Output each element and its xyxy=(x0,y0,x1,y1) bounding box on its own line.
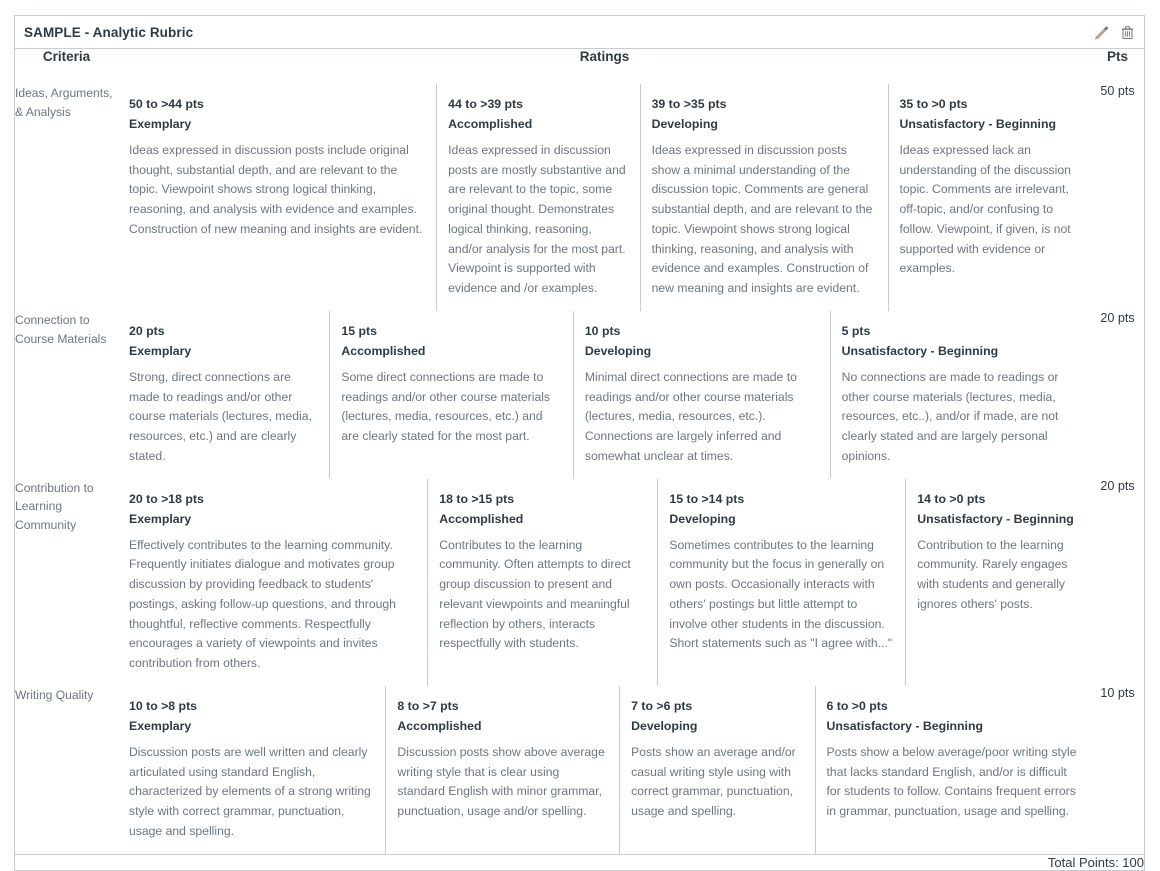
rating-cell[interactable]: 10 to >8 pts Exemplary Discussion posts ar… xyxy=(118,686,386,854)
rating-cell[interactable]: 20 to >18 pts Exemplary Effectively contri… xyxy=(118,479,428,686)
rating-points: 50 to >44 pts xyxy=(129,97,204,111)
rating-points: 15 pts xyxy=(341,324,377,338)
rubric-container: SAMPLE - Analytic Rubric Criteria Rating… xyxy=(14,15,1145,871)
rating-cell[interactable]: 44 to >39 pts Accomplished Ideas expressed… xyxy=(436,84,641,311)
table-row: Writing Quality 10 to >8 pts Exemplary Disc… xyxy=(15,685,1144,855)
rating-description: Ideas expressed in discussion posts are … xyxy=(448,142,626,296)
rating-description: Ideas expressed lack an understanding of… xyxy=(899,142,1071,276)
rating-points: 15 to >14 pts xyxy=(669,491,745,506)
ratings-group: 50 to >44 pts Exemplary Ideas expressed in… xyxy=(118,84,1091,311)
rating-points: 39 to >35 pts xyxy=(651,97,727,111)
table-row: Ideas, Arguments, & Analysis 50 to >44 pt… xyxy=(15,84,1144,311)
criterion-points: 20 pts xyxy=(1100,478,1135,493)
criterion-points: 10 pts xyxy=(1091,685,1144,855)
total-points-row: Total Points: 100 xyxy=(15,854,1144,870)
rating-description: Ideas expressed in discussion posts show… xyxy=(651,142,873,296)
rating-points: 10 to >8 pts xyxy=(129,698,197,713)
rating-description: Posts show an average and/or casual writ… xyxy=(631,744,796,819)
rubric-title-bar: SAMPLE - Analytic Rubric xyxy=(15,16,1144,49)
header-ratings: Ratings xyxy=(579,49,630,64)
criterion-name: Writing Quality xyxy=(15,685,118,855)
rating-cell[interactable]: 8 to >7 pts Accomplished Discussion posts … xyxy=(385,685,620,854)
rating-points: 7 to >6 pts xyxy=(631,698,693,713)
criterion-points: 50 pts xyxy=(1100,84,1135,98)
rating-cell[interactable]: 15 pts Accomplished Some direct connection… xyxy=(329,311,574,479)
rating-label: Exemplary xyxy=(129,117,192,132)
rating-description: Strong, direct connections are made to r… xyxy=(129,369,312,463)
rating-points: 5 pts xyxy=(841,324,871,338)
rating-label: Exemplary xyxy=(129,344,192,359)
rating-label: Exemplary xyxy=(129,512,192,527)
rubric-body: Ideas, Arguments, & Analysis 50 to >44 pt… xyxy=(15,84,1144,855)
table-row: Contribution to Learning Community 20 to … xyxy=(15,478,1144,686)
ratings-group: 20 to >18 pts Exemplary Effectively contri… xyxy=(118,478,1091,686)
ratings-group: 10 to >8 pts Exemplary Discussion posts ar… xyxy=(118,685,1091,855)
trash-icon[interactable] xyxy=(1119,24,1136,41)
header-criteria: Criteria xyxy=(42,49,91,64)
rating-cell[interactable]: 15 to >14 pts Developing Sometimes contrib… xyxy=(657,478,906,686)
criterion-name: Contribution to Learning Community xyxy=(15,480,94,533)
pencil-icon[interactable] xyxy=(1093,24,1110,41)
rating-label: Exemplary xyxy=(129,719,192,734)
rating-cell[interactable]: 39 to >35 pts Developing Ideas expressed i… xyxy=(639,84,888,311)
criterion-name: Ideas, Arguments, & Analysis xyxy=(15,86,113,119)
rating-cell[interactable]: 50 to >44 pts Exemplary Ideas expressed in… xyxy=(118,84,437,311)
rating-label: Accomplished xyxy=(439,512,524,527)
rating-label: Accomplished xyxy=(448,117,533,132)
rating-label: Accomplished xyxy=(341,344,426,359)
rating-description: Discussion posts are well written and cl… xyxy=(129,744,371,838)
rating-points: 35 to >0 pts xyxy=(899,97,968,111)
rating-description: Posts show a below average/poor writing … xyxy=(826,744,1077,819)
rubric-title: SAMPLE - Analytic Rubric xyxy=(24,24,194,40)
rating-cell[interactable]: 6 to >0 pts Unsatisfactory - Beginning Pos… xyxy=(814,685,1091,854)
rating-description: Sometimes contributes to the learning co… xyxy=(669,537,893,651)
rating-description: Discussion posts show above average writ… xyxy=(397,744,605,819)
rating-label: Developing xyxy=(669,512,736,527)
criterion-points: 20 pts xyxy=(1100,311,1135,325)
rating-description: Ideas expressed in discussion posts incl… xyxy=(129,142,423,236)
rating-label: Developing xyxy=(651,117,718,132)
rating-label: Unsatisfactory - Beginning xyxy=(899,117,1056,132)
table-row: Connection to Course Materials 20 pts Exem… xyxy=(15,311,1144,479)
rating-label: Unsatisfactory - Beginning xyxy=(917,512,1074,527)
rating-points: 10 pts xyxy=(584,324,621,338)
rubric-actions xyxy=(1093,24,1136,41)
rating-points: 18 to >15 pts xyxy=(439,491,515,506)
rating-points: 14 to >0 pts xyxy=(917,491,986,506)
rating-label: Developing xyxy=(631,719,698,734)
rating-label: Unsatisfactory - Beginning xyxy=(841,344,999,359)
rating-cell[interactable]: 18 to >15 pts Accomplished Contributes to … xyxy=(427,478,658,686)
ratings-group: 20 pts Exemplary Strong, direct connection… xyxy=(118,311,1091,479)
rating-cell[interactable]: 35 to >0 pts Unsatisfactory - Beginning Id… xyxy=(887,84,1091,311)
rating-description: Contribution to the learning community. … xyxy=(917,537,1068,611)
rating-cell[interactable]: 14 to >0 pts Unsatisfactory - Beginning Co… xyxy=(905,478,1091,686)
rating-points: 44 to >39 pts xyxy=(448,97,523,111)
criterion-name: Connection to Course Materials xyxy=(15,313,107,346)
rating-label: Developing xyxy=(584,344,652,359)
rating-cell[interactable]: 7 to >6 pts Developing Posts show an avera… xyxy=(619,685,816,854)
rating-label: Accomplished xyxy=(397,719,482,734)
rating-description: No connections are made to readings or o… xyxy=(841,369,1059,463)
rubric-header-row: Criteria Ratings Pts xyxy=(15,49,1144,84)
rating-description: Some direct connections are made to read… xyxy=(341,369,551,444)
rating-points: 6 to >0 pts xyxy=(826,698,888,713)
total-points: Total Points: 100 xyxy=(1047,854,1144,870)
rating-cell[interactable]: 20 pts Exemplary Strong, direct connection… xyxy=(118,311,330,479)
header-pts: Pts xyxy=(1106,49,1128,64)
rating-description: Effectively contributes to the learning … xyxy=(129,537,396,671)
rubric-table: Criteria Ratings Pts Ideas, Arguments, &… xyxy=(15,49,1144,870)
rating-points: 20 to >18 pts xyxy=(129,491,204,506)
rating-points: 8 to >7 pts xyxy=(397,698,459,713)
rating-description: Contributes to the learning community. O… xyxy=(439,537,631,651)
rating-description: Minimal direct connections are made to r… xyxy=(584,369,797,463)
rating-cell[interactable]: 5 pts Unsatisfactory - Beginning No connec… xyxy=(829,311,1091,479)
rating-label: Unsatisfactory - Beginning xyxy=(826,719,983,734)
rating-points: 20 pts xyxy=(129,324,165,338)
rating-cell[interactable]: 10 pts Developing Minimal direct connectio… xyxy=(572,311,831,479)
